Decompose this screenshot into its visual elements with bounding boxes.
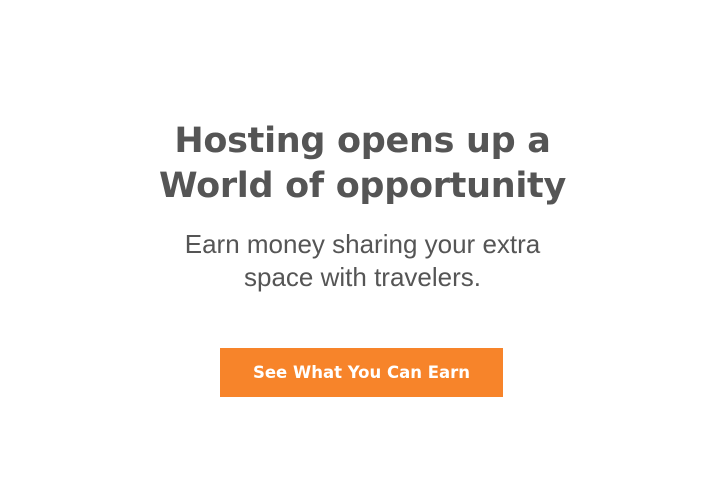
- hero-headline-line-2: World of opportunity: [159, 166, 566, 206]
- hero-headline: Hosting opens up a World of opportunity: [0, 119, 725, 209]
- hero-subtext-line-2: space with travelers.: [244, 262, 481, 292]
- hero-headline-line-1: Hosting opens up a: [174, 121, 551, 161]
- hosting-hero: Hosting opens up a World of opportunity …: [0, 0, 725, 504]
- hero-subtext: Earn money sharing your extra space with…: [0, 228, 725, 294]
- see-what-you-can-earn-button[interactable]: See What You Can Earn: [220, 348, 503, 397]
- hero-subtext-line-1: Earn money sharing your extra: [184, 229, 541, 259]
